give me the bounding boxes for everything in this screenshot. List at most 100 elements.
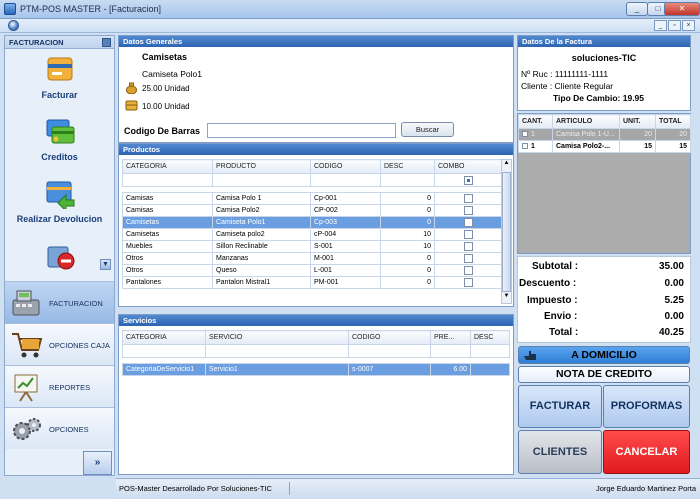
productos-scrollbar[interactable]: ▲ ▼ bbox=[501, 159, 512, 304]
col-cant[interactable]: CANT. bbox=[518, 114, 553, 129]
minimize-button[interactable]: _ bbox=[626, 2, 648, 16]
table-row[interactable]: Camisetas Camiseta Polo1 Cp-003 0 bbox=[122, 216, 502, 229]
mdi-restore-button[interactable]: ▫ bbox=[668, 20, 681, 31]
tool-cancel[interactable] bbox=[5, 239, 114, 275]
col-codigo[interactable]: CODIGO bbox=[310, 159, 381, 174]
tool-facturar[interactable]: Facturar bbox=[5, 53, 114, 115]
combo-checkbox[interactable] bbox=[463, 266, 473, 275]
cell-categoria: CategoriaDeServicio1 bbox=[122, 363, 206, 376]
invoice-row[interactable]: 1 Camisa Polo2-... 15 15 bbox=[518, 140, 691, 153]
row-checkbox[interactable] bbox=[522, 131, 528, 138]
cell-combo bbox=[434, 276, 502, 289]
col-precio[interactable]: PRE... bbox=[430, 330, 471, 345]
table-row[interactable]: CategoriaDeServicio1 Servicio1 s-0007 6.… bbox=[122, 363, 510, 376]
col-unit[interactable]: UNIT. bbox=[619, 114, 656, 129]
combo-checkbox[interactable] bbox=[463, 242, 473, 251]
nav-opciones[interactable]: OPCIONES bbox=[5, 407, 114, 449]
table-row[interactable]: Camisetas Camiseta polo2 cP-004 10 bbox=[122, 228, 502, 241]
combo-checkbox[interactable] bbox=[463, 194, 473, 203]
col-producto[interactable]: PRODUCTO bbox=[212, 159, 311, 174]
combo-checkbox[interactable] bbox=[463, 278, 473, 287]
col-desc[interactable]: DESC bbox=[380, 159, 435, 174]
cell-codigo: PM-001 bbox=[310, 276, 381, 289]
barcode-input[interactable] bbox=[207, 123, 396, 138]
table-row[interactable]: Camisas Camisa Polo2 CP-002 0 bbox=[122, 204, 502, 217]
cell-producto: Camiseta polo2 bbox=[212, 228, 311, 241]
table-row[interactable]: Camisas Camisa Polo 1 Cp-001 0 bbox=[122, 192, 502, 205]
filter-cell[interactable] bbox=[212, 173, 311, 187]
chart-board-icon bbox=[10, 372, 44, 402]
domicilio-button[interactable]: A DOMICILIO bbox=[518, 346, 690, 364]
filter-cell[interactable] bbox=[430, 344, 471, 358]
col-categoria[interactable]: CATEGORIA bbox=[122, 330, 206, 345]
scroll-thumb[interactable] bbox=[502, 172, 511, 292]
invoice-card-icon bbox=[44, 55, 76, 85]
cell-desc bbox=[470, 363, 510, 376]
col-combo[interactable]: COMBO bbox=[434, 159, 502, 174]
combo-checkbox[interactable] bbox=[463, 254, 473, 263]
table-row[interactable]: Muebles Sillon Reclinable S-001 10 bbox=[122, 240, 502, 253]
nota-credito-button[interactable]: NOTA DE CREDITO bbox=[518, 366, 690, 383]
col-categoria[interactable]: CATEGORIA bbox=[122, 159, 213, 174]
table-row[interactable]: Otros Queso L-001 0 bbox=[122, 264, 502, 277]
buscar-button[interactable]: Buscar bbox=[401, 122, 454, 137]
filter-cell[interactable] bbox=[205, 344, 349, 358]
col-total[interactable]: TOTAL bbox=[655, 114, 691, 129]
combo-filter-checkbox[interactable] bbox=[463, 175, 473, 185]
app-menu-icon[interactable] bbox=[8, 20, 19, 31]
filter-cell[interactable] bbox=[122, 344, 206, 358]
filter-cell[interactable] bbox=[310, 173, 381, 187]
product-name: Camiseta Polo1 bbox=[142, 69, 203, 79]
mdi-close-button[interactable]: × bbox=[682, 20, 695, 31]
clientes-button[interactable]: CLIENTES bbox=[518, 430, 602, 474]
mdi-minimize-button[interactable]: _ bbox=[654, 20, 667, 31]
filter-cell[interactable] bbox=[348, 344, 431, 358]
cell-categoria: Otros bbox=[122, 264, 213, 277]
servicios-header: Servicios bbox=[119, 315, 513, 326]
filter-cell[interactable] bbox=[434, 173, 502, 187]
close-button[interactable]: ✕ bbox=[664, 2, 700, 16]
sidebar-scroll-down-icon[interactable]: ▼ bbox=[100, 259, 111, 270]
title-bar: PTM-POS MASTER - [Facturacion] _ □ ✕ bbox=[0, 0, 700, 19]
cell-producto: Camiseta Polo1 bbox=[212, 216, 311, 229]
proformas-button[interactable]: PROFORMAS bbox=[603, 385, 690, 428]
total-label: Impuesto : bbox=[527, 295, 578, 306]
scroll-down-icon[interactable]: ▼ bbox=[502, 293, 511, 303]
scroll-up-icon[interactable]: ▲ bbox=[502, 160, 511, 170]
col-codigo[interactable]: CODIGO bbox=[348, 330, 431, 345]
cell-desc: 10 bbox=[380, 228, 435, 241]
tool-creditos[interactable]: Creditos bbox=[5, 115, 114, 177]
expand-chevron-icon[interactable]: » bbox=[83, 451, 112, 475]
cell-desc: 0 bbox=[380, 264, 435, 277]
table-row[interactable]: Otros Manzanas M-001 0 bbox=[122, 252, 502, 265]
combo-checkbox[interactable] bbox=[463, 218, 473, 227]
total-value: 35.00 bbox=[658, 261, 684, 272]
col-articulo[interactable]: ARTICULO bbox=[552, 114, 620, 129]
window-title: PTM-POS MASTER - [Facturacion] bbox=[20, 4, 162, 14]
tool-realizar-devolucion-label: Realizar Devolucion bbox=[16, 214, 103, 224]
factura-info-panel: Datos De la Factura soluciones-TIC Nº Ru… bbox=[517, 35, 691, 111]
facturar-button[interactable]: FACTURAR bbox=[518, 385, 602, 428]
table-row[interactable]: Pantalones Pantalon Mistral1 PM-001 0 bbox=[122, 276, 502, 289]
combo-checkbox[interactable] bbox=[463, 230, 473, 239]
nav-opciones-caja[interactable]: OPCIONES CAJA bbox=[5, 323, 114, 365]
cell-combo bbox=[434, 192, 502, 205]
col-desc[interactable]: DESC bbox=[470, 330, 510, 345]
filter-cell[interactable] bbox=[122, 173, 213, 187]
collapse-icon[interactable] bbox=[102, 38, 111, 47]
filter-cell[interactable] bbox=[470, 344, 510, 358]
filter-cell[interactable] bbox=[380, 173, 435, 187]
col-servicio[interactable]: SERVICIO bbox=[205, 330, 349, 345]
nav-reportes[interactable]: REPORTES bbox=[5, 365, 114, 407]
combo-checkbox[interactable] bbox=[463, 206, 473, 215]
invoice-unit: 15 bbox=[619, 140, 656, 153]
cell-codigo: CP-002 bbox=[310, 204, 381, 217]
invoice-row[interactable]: 1 Camisa Polo 1-U... 20 20 bbox=[518, 128, 691, 141]
cell-combo bbox=[434, 240, 502, 253]
row-checkbox[interactable] bbox=[522, 143, 528, 150]
nav-facturacion[interactable]: FACTURACION bbox=[5, 281, 114, 323]
cell-codigo: s-0007 bbox=[348, 363, 431, 376]
cancelar-button[interactable]: CANCELAR bbox=[603, 430, 690, 474]
tool-realizar-devolucion[interactable]: Realizar Devolucion bbox=[5, 177, 114, 239]
cell-producto: Queso bbox=[212, 264, 311, 277]
